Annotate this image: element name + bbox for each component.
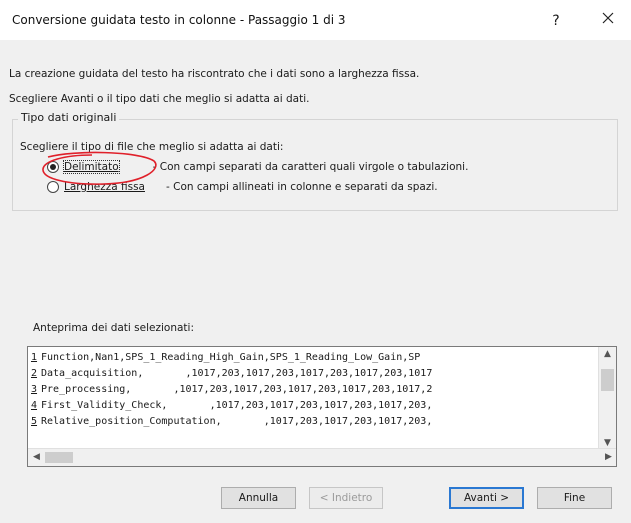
- line-number: 3: [31, 384, 38, 395]
- preview-label: Anteprima dei dati selezionati:: [33, 322, 194, 334]
- annotation-circle: [42, 151, 157, 185]
- preview-line: 3 Pre_processing, ,1017,203,1017,203,101…: [31, 382, 601, 398]
- radio-desc-fixed-width: - Con campi allineati in colonne e separ…: [166, 181, 438, 193]
- line-text: Relative_position_Computation, ,1017,203…: [41, 416, 433, 427]
- instruction-text: Scegliere Avanti o il tipo dati che megl…: [9, 93, 310, 105]
- help-button[interactable]: ?: [542, 10, 570, 32]
- description-text: La creazione guidata del testo ha riscon…: [9, 68, 420, 80]
- horizontal-scroll-thumb[interactable]: [45, 452, 73, 463]
- line-number: 2: [31, 368, 38, 379]
- line-text: First_Validity_Check, ,1017,203,1017,203…: [41, 400, 433, 411]
- preview-line: 4 First_Validity_Check, ,1017,203,1017,2…: [31, 398, 601, 414]
- preview-line: 5 Relative_position_Computation, ,1017,2…: [31, 414, 601, 430]
- line-number: 5: [31, 416, 38, 427]
- radio-desc-delimited: - Con campi separati da caratteri quali …: [152, 161, 469, 173]
- vertical-scroll-thumb[interactable]: [601, 369, 614, 391]
- line-number: 4: [31, 400, 38, 411]
- close-icon: [602, 12, 614, 24]
- preview-line: 2 Data_acquisition, ,1017,203,1017,203,1…: [31, 366, 601, 382]
- horizontal-scrollbar[interactable]: ◀ ▶: [28, 448, 616, 466]
- data-preview[interactable]: 1 Function,Nan1,SPS_1_Reading_High_Gain,…: [27, 346, 617, 467]
- title-bar: Conversione guidata testo in colonne - P…: [0, 0, 631, 40]
- next-button[interactable]: Avanti >: [449, 487, 524, 509]
- vertical-scrollbar[interactable]: ▲ ▼: [598, 347, 616, 450]
- group-legend: Tipo dati originali: [18, 111, 120, 124]
- preview-line: 1 Function,Nan1,SPS_1_Reading_High_Gain,…: [31, 350, 601, 366]
- scroll-left-icon[interactable]: ◀: [28, 449, 45, 466]
- cancel-button[interactable]: Annulla: [221, 487, 296, 509]
- preview-lines: 1 Function,Nan1,SPS_1_Reading_High_Gain,…: [31, 350, 601, 430]
- close-button[interactable]: [594, 8, 622, 32]
- scroll-up-icon[interactable]: ▲: [599, 347, 616, 361]
- line-number: 1: [31, 352, 38, 363]
- line-text: Data_acquisition, ,1017,203,1017,203,101…: [41, 368, 433, 379]
- finish-button[interactable]: Fine: [537, 487, 612, 509]
- back-button[interactable]: < Indietro: [309, 487, 383, 509]
- line-text: Pre_processing, ,1017,203,1017,203,1017,…: [41, 384, 433, 395]
- scroll-right-icon[interactable]: ▶: [600, 449, 616, 466]
- line-text: Function,Nan1,SPS_1_Reading_High_Gain,SP…: [41, 352, 421, 363]
- dialog-title: Conversione guidata testo in colonne - P…: [12, 13, 346, 27]
